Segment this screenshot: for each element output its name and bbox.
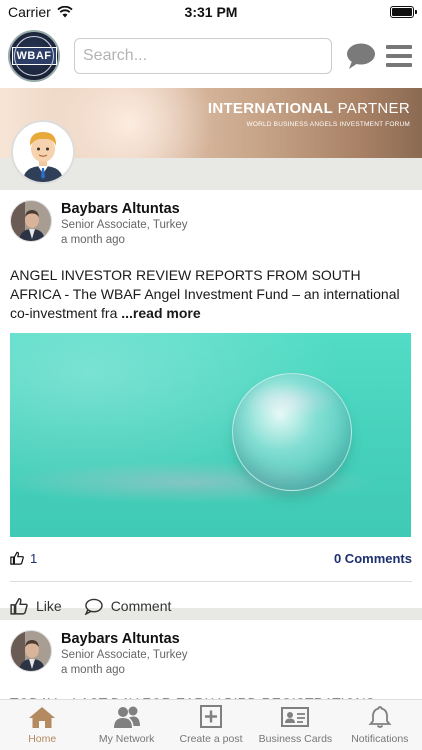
glass-globe-image [232, 373, 352, 491]
likes-number: 1 [30, 550, 38, 566]
tab-my-network[interactable]: My Network [84, 700, 168, 750]
hamburger-menu-icon[interactable] [386, 45, 412, 67]
search-box[interactable] [74, 38, 332, 74]
author-name[interactable]: Baybars Altuntas [61, 200, 188, 218]
comment-button[interactable]: Comment [84, 598, 172, 615]
tab-home[interactable]: Home [0, 700, 84, 750]
tab-label: Notifications [351, 733, 409, 745]
author-role: Senior Associate, Turkey [61, 649, 188, 661]
id-card-icon [281, 707, 310, 727]
author-name[interactable]: Baybars Altuntas [61, 630, 188, 648]
comment-bubble-icon [84, 598, 103, 615]
banner-title: INTERNATIONAL PARTNER [207, 100, 410, 117]
post-body: ANGEL INVESTOR REVIEW REPORTS FROM SOUTH… [0, 266, 422, 323]
comments-count[interactable]: 0 Comments [334, 551, 412, 566]
search-input[interactable] [83, 47, 323, 65]
like-label: Like [36, 598, 62, 614]
post-stats: 1 0 Comments [0, 547, 422, 569]
chat-icon[interactable] [346, 42, 376, 70]
thumbs-up-icon [10, 551, 24, 565]
carrier-label: Carrier [8, 4, 51, 20]
logo-text: WBAF [11, 47, 57, 65]
profile-avatar[interactable] [11, 120, 75, 184]
author-avatar[interactable] [10, 630, 52, 672]
tab-business-cards[interactable]: Business Cards [253, 700, 337, 750]
read-more-link[interactable]: ...read more [121, 305, 200, 321]
people-icon [113, 706, 140, 728]
status-left: Carrier [8, 4, 148, 20]
likes-count[interactable]: 1 [10, 551, 37, 566]
post-actions: Like Comment [0, 594, 422, 618]
divider [10, 581, 412, 582]
post-image[interactable] [10, 333, 411, 537]
home-icon [29, 707, 56, 728]
banner-subtitle: WORLD BUSINESS ANGELS INVESTMENT FORUM [246, 121, 410, 128]
like-button[interactable]: Like [10, 597, 62, 615]
author-avatar[interactable] [10, 200, 52, 242]
app-header: WBAF [0, 24, 422, 88]
thumbs-up-icon [10, 597, 28, 615]
post-card: Baybars Altuntas Senior Associate, Turke… [0, 190, 422, 615]
tab-label: Home [28, 733, 57, 745]
status-bar: Carrier 3:31 PM [0, 0, 422, 24]
author-role: Senior Associate, Turkey [61, 219, 188, 231]
status-right [274, 6, 417, 18]
bottom-tab-bar: Home My Network Create a post Business C… [0, 699, 422, 750]
tab-create-post[interactable]: Create a post [169, 700, 253, 750]
post-time: a month ago [61, 664, 125, 676]
post-author-row: Baybars Altuntas Senior Associate, Turke… [0, 190, 422, 248]
post-time: a month ago [61, 234, 125, 246]
author-info: Baybars Altuntas Senior Associate, Turke… [61, 200, 188, 248]
tab-label: Business Cards [258, 733, 333, 745]
tab-label: Create a post [179, 733, 243, 745]
wbaf-logo[interactable]: WBAF [8, 30, 60, 82]
battery-icon [390, 6, 417, 18]
status-time: 3:31 PM [184, 4, 238, 20]
tab-notifications[interactable]: Notifications [338, 700, 422, 750]
plus-square-icon [200, 705, 223, 728]
post-card: Baybars Altuntas Senior Associate, Turke… [0, 620, 422, 702]
post-author-row: Baybars Altuntas Senior Associate, Turke… [0, 620, 422, 678]
comment-label: Comment [110, 598, 172, 614]
cartoon-avatar-icon [13, 122, 73, 182]
tab-label: My Network [98, 733, 155, 745]
post-text: ANGEL INVESTOR REVIEW REPORTS FROM SOUTH… [10, 267, 400, 321]
wifi-icon [57, 6, 73, 18]
bell-icon [368, 706, 392, 728]
author-info: Baybars Altuntas Senior Associate, Turke… [61, 630, 188, 678]
